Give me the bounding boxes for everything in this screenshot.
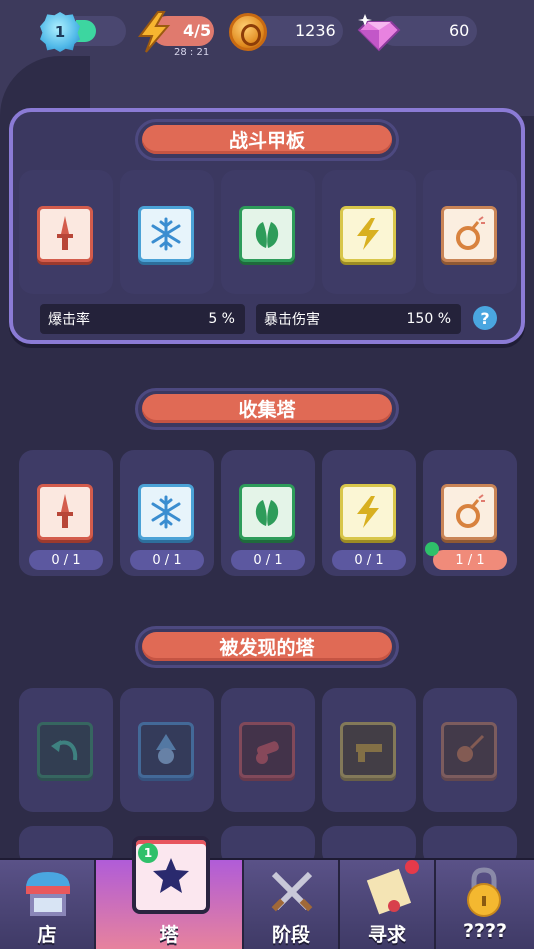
nav-stage-label: 阶段 (271, 924, 310, 946)
tower-tile[interactable] (37, 484, 93, 540)
bomb-icon (456, 216, 485, 250)
collection-slot[interactable]: 0 / 1 (221, 450, 315, 576)
bottom-nav: 店 塔 阶段 寻求 ???? (0, 858, 534, 949)
deck-slot[interactable] (423, 170, 517, 294)
tower-tile-locked[interactable] (138, 722, 194, 778)
tower-badge: 1 (138, 843, 158, 863)
energy-timer: 28 : 21 (174, 47, 210, 58)
lock-icon (467, 867, 501, 917)
crit-damage-stat: 暴击伤害 150 % (256, 304, 461, 334)
tower-tile-locked[interactable] (239, 722, 295, 778)
collection-count: 0 / 1 (231, 550, 305, 570)
quest-notification-dot (405, 860, 419, 874)
nav-locked-label: ???? (462, 920, 508, 942)
bomb-icon (456, 494, 485, 528)
tower-tile-locked[interactable] (441, 722, 497, 778)
deck-slot[interactable] (322, 170, 416, 294)
shop-icon (26, 872, 70, 916)
snowflake-icon (151, 217, 181, 251)
discovered-slot[interactable] (322, 688, 416, 812)
leaf-icon (255, 222, 279, 248)
tower-tile[interactable] (441, 484, 497, 540)
collection-title-text: 收集塔 (142, 394, 392, 423)
discovered-title: 被发现的塔 (135, 626, 399, 668)
wizard-icon (156, 734, 176, 764)
nav-locked[interactable]: ???? (436, 860, 534, 949)
energy-count: 4/5 (183, 21, 212, 40)
gun-icon (356, 744, 382, 762)
star-icon (153, 858, 189, 893)
level-number: 1 (54, 23, 66, 41)
collection-slot[interactable]: 0 / 1 (19, 450, 113, 576)
battle-deck-title: 战斗甲板 (135, 119, 399, 161)
collection-slot[interactable]: 0 / 1 (120, 450, 214, 576)
deck-slot[interactable] (221, 170, 315, 294)
lightning-icon (357, 218, 379, 250)
snowflake-icon (151, 495, 181, 529)
tower-tile[interactable] (239, 484, 295, 540)
discovered-slot[interactable] (120, 688, 214, 812)
meteor-icon (457, 734, 485, 762)
crit-rate-stat: 爆击率 5 % (40, 304, 245, 334)
crit-damage-label: 暴击伤害 (264, 312, 320, 328)
return-arrow-icon (51, 740, 78, 761)
collection-title: 收集塔 (135, 388, 399, 430)
nav-stage[interactable]: 阶段 (244, 860, 340, 949)
lightning-icon (357, 496, 379, 528)
nav-shop-label: 店 (37, 924, 57, 946)
top-bar-curve (0, 56, 534, 116)
collection-count: 0 / 1 (332, 550, 406, 570)
collection-slot[interactable]: 0 / 1 (322, 450, 416, 576)
help-icon[interactable]: ? (473, 306, 497, 330)
tower-tile-locked[interactable] (37, 722, 93, 778)
tower-tile[interactable] (441, 206, 497, 262)
leaf-icon (255, 500, 279, 526)
collection-slot[interactable]: 1 / 1 (423, 450, 517, 576)
cannon-icon (256, 741, 279, 764)
tower-tile[interactable] (340, 484, 396, 540)
deck-slot[interactable] (19, 170, 113, 294)
crossed-swords-icon (271, 871, 313, 912)
discovered-slot[interactable] (19, 688, 113, 812)
new-indicator-dot (425, 542, 439, 556)
collection-count: 0 / 1 (29, 550, 103, 570)
discovered-title-text: 被发现的塔 (142, 632, 392, 661)
coin-count: 1236 (295, 21, 336, 40)
deck-slot[interactable] (120, 170, 214, 294)
gem-icon (357, 14, 401, 52)
scroll-icon (366, 868, 412, 915)
battle-deck-title-text: 战斗甲板 (142, 125, 392, 154)
nav-tower-label: 塔 (159, 924, 179, 946)
tower-tile[interactable] (239, 206, 295, 262)
coin-icon (229, 13, 267, 51)
dagger-icon (57, 494, 73, 528)
tower-tile[interactable] (340, 206, 396, 262)
discovered-slot[interactable] (423, 688, 517, 812)
nav-shop[interactable]: 店 (0, 860, 96, 949)
crit-rate-label: 爆击率 (48, 312, 90, 328)
dagger-icon (57, 216, 73, 250)
tower-tile-locked[interactable] (340, 722, 396, 778)
nav-quest[interactable]: 寻求 (340, 860, 436, 949)
collection-count: 0 / 1 (130, 550, 204, 570)
tower-tile[interactable] (138, 206, 194, 262)
nav-quest-label: 寻求 (367, 924, 406, 946)
lightning-icon (138, 11, 171, 53)
crit-damage-value: 150 % (406, 311, 451, 327)
gem-count: 60 (449, 21, 470, 40)
tower-tile[interactable] (37, 206, 93, 262)
tower-tile[interactable] (138, 484, 194, 540)
discovered-slot[interactable] (221, 688, 315, 812)
crit-rate-value: 5 % (208, 311, 235, 327)
collection-count: 1 / 1 (433, 550, 507, 570)
